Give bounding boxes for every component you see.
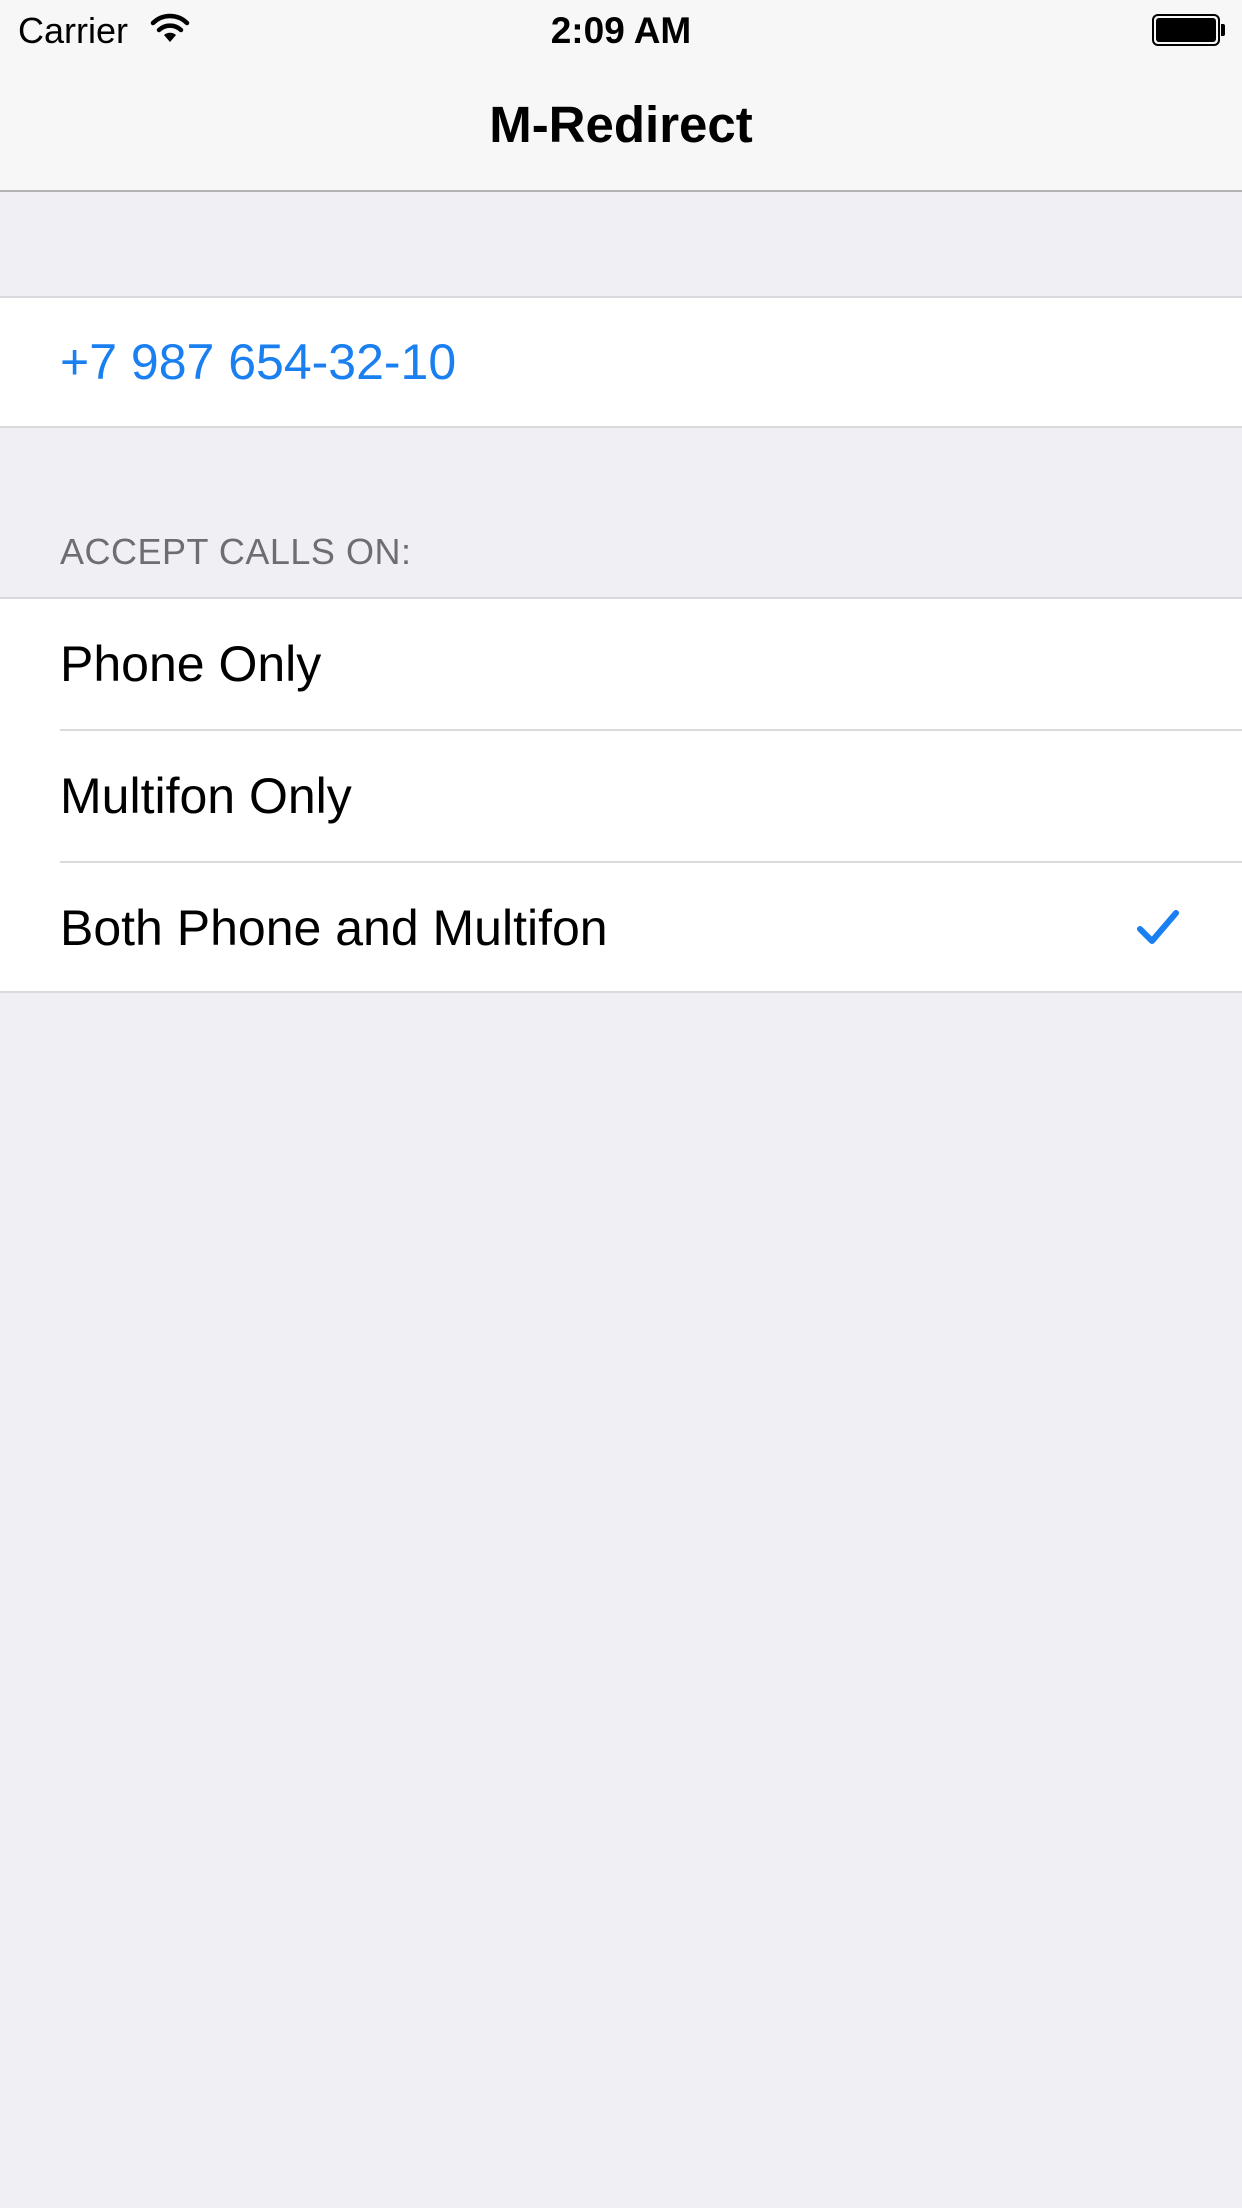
option-phone-only[interactable]: Phone Only [0,599,1242,731]
accept-calls-options: Phone Only Multifon Only Both Phone and … [0,597,1242,993]
option-label: Phone Only [60,636,322,692]
option-label: Both Phone and Multifon [60,900,608,956]
option-multifon-only[interactable]: Multifon Only [0,731,1242,863]
battery-icon [1152,14,1225,46]
checkmark-icon [1137,910,1179,944]
option-both-phone-and-multifon[interactable]: Both Phone and Multifon [0,863,1242,995]
navigation-bar: Carrier 2:09 AM M-Redirect [0,0,1242,192]
page-title: M-Redirect [489,96,753,153]
phone-number-cell[interactable]: +7 987 654-32-10 [0,296,1242,428]
section-header-accept-calls: ACCEPT CALLS ON: [60,531,412,572]
status-time: 2:09 AM [550,10,692,51]
status-bar: Carrier 2:09 AM [0,0,1242,60]
phone-number-link[interactable]: +7 987 654-32-10 [60,332,456,392]
option-label: Multifon Only [60,768,352,824]
